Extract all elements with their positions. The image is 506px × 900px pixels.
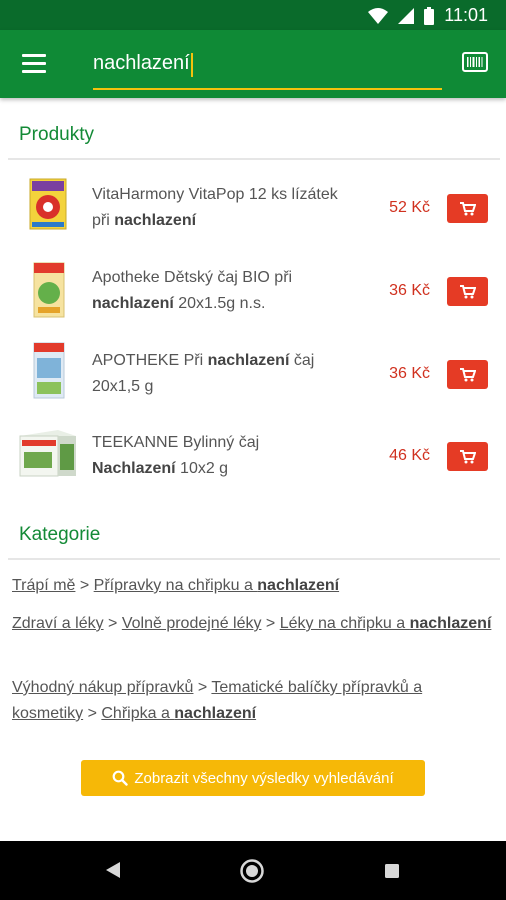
category-link[interactable]: Zdraví a léky — [12, 615, 104, 632]
system-nav-bar — [0, 841, 506, 900]
wifi-icon — [368, 7, 389, 24]
category-path: Trápí mě > Přípravky na chřipku a nachla… — [12, 577, 340, 594]
product-image — [29, 178, 67, 230]
product-item[interactable]: Apotheke Dětský čaj BIO při nachlazení 2… — [0, 255, 506, 337]
product-name: APOTHEKE Při nachlazení čaj 20x1,5 g — [92, 352, 315, 395]
divider — [8, 558, 500, 560]
add-to-cart-button[interactable] — [447, 360, 488, 389]
cart-icon — [459, 201, 476, 215]
category-link[interactable]: Chřipka a nachlazení — [101, 705, 256, 722]
search-input-value: nachlazení — [93, 52, 190, 74]
add-to-cart-button[interactable] — [447, 194, 488, 223]
back-icon[interactable] — [104, 861, 122, 879]
status-time: 11:01 — [444, 5, 488, 25]
signal-icon — [398, 7, 415, 24]
app-bar: nachlazení — [0, 30, 506, 98]
home-icon[interactable] — [240, 859, 264, 883]
cart-icon — [459, 284, 476, 298]
categories-heading: Kategorie — [19, 524, 101, 545]
category-link[interactable]: Léky na chřipku a nachlazení — [280, 615, 492, 632]
divider — [8, 158, 500, 160]
battery-icon — [424, 6, 435, 25]
product-price: 46 Kč — [389, 447, 430, 464]
category-link[interactable]: Trápí mě — [12, 577, 75, 594]
add-to-cart-button[interactable] — [447, 277, 488, 306]
search-icon — [112, 770, 129, 786]
status-bar: 11:01 — [0, 0, 506, 30]
category-path: Zdraví a léky > Volně prodejné léky > Lé… — [12, 615, 492, 632]
product-image — [19, 430, 76, 477]
product-name: Apotheke Dětský čaj BIO při nachlazení 2… — [92, 269, 293, 312]
product-image — [33, 262, 65, 318]
products-heading: Produkty — [19, 124, 94, 145]
product-price: 36 Kč — [389, 365, 430, 382]
product-name: TEEKANNE Bylinný čaj Nachlazení 10x2 g — [92, 434, 260, 477]
text-cursor — [190, 52, 193, 77]
recents-icon[interactable] — [384, 863, 400, 879]
show-all-results-button[interactable]: Zobrazit všechny výsledky vyhledávání — [81, 760, 425, 796]
add-to-cart-button[interactable] — [447, 442, 488, 471]
barcode-scan-icon[interactable] — [462, 52, 488, 72]
product-price: 52 Kč — [389, 199, 430, 216]
product-image — [33, 342, 65, 399]
product-name: VitaHarmony VitaPop 12 ks lízátek při na… — [92, 186, 338, 229]
product-item[interactable]: TEEKANNE Bylinný čaj Nachlazení 10x2 g 4… — [0, 420, 506, 502]
cart-icon — [459, 367, 476, 381]
category-link[interactable]: Volně prodejné léky — [122, 615, 262, 632]
show-all-results-label: Zobrazit všechny výsledky vyhledávání — [134, 769, 394, 787]
cart-icon — [459, 449, 476, 463]
product-item[interactable]: VitaHarmony VitaPop 12 ks lízátek při na… — [0, 172, 506, 254]
product-item[interactable]: APOTHEKE Při nachlazení čaj 20x1,5 g 36 … — [0, 338, 506, 420]
category-path: Výhodný nákup přípravků > Tematické balí… — [12, 679, 423, 722]
status-icons: 11:01 — [368, 5, 488, 26]
category-link[interactable]: Výhodný nákup přípravků — [12, 679, 193, 696]
menu-icon[interactable] — [22, 54, 46, 74]
category-link[interactable]: Přípravky na chřipku a nachlazení — [94, 577, 339, 594]
search-input[interactable]: nachlazení — [93, 46, 442, 90]
product-price: 36 Kč — [389, 282, 430, 299]
